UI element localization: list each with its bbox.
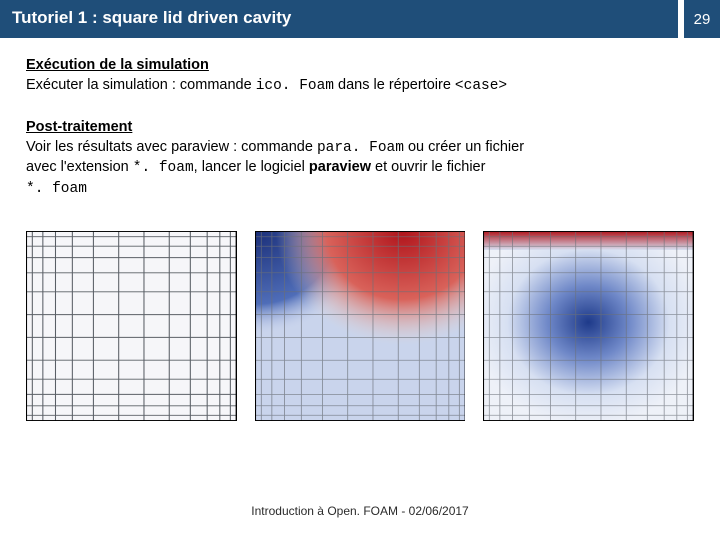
slide-body: Exécution de la simulation Exécuter la s…: [0, 38, 720, 199]
page-number: 29: [684, 0, 720, 38]
code: *. foam: [26, 181, 87, 197]
section-postprocessing: Post-traitement Voir les résultats avec …: [26, 118, 694, 199]
figure-velocity: [483, 231, 694, 421]
slide-footer: Introduction à Open. FOAM - 02/06/2017: [0, 504, 720, 518]
code: para. Foam: [317, 140, 404, 156]
section-heading: Post-traitement: [26, 118, 694, 138]
figure-row: [0, 221, 720, 421]
section-execution: Exécution de la simulation Exécuter la s…: [26, 56, 694, 96]
slide-title: Tutoriel 1 : square lid driven cavity: [0, 0, 678, 38]
bold-text: paraview: [309, 159, 371, 175]
figure-mesh: [26, 231, 237, 421]
text: et ouvrir le fichier: [371, 159, 485, 175]
code: *. foam: [133, 160, 194, 176]
text: ou créer un fichier: [404, 139, 524, 155]
code: <case>: [455, 78, 507, 94]
text: Exécuter la simulation : commande: [26, 77, 256, 93]
section-text: Exécuter la simulation : commande ico. F…: [26, 76, 694, 97]
text: avec l'extension: [26, 159, 133, 175]
figure-pressure: [255, 231, 466, 421]
section-text: Voir les résultats avec paraview : comma…: [26, 138, 694, 200]
text: , lancer le logiciel: [194, 159, 309, 175]
text: dans le répertoire: [334, 77, 455, 93]
text: Voir les résultats avec paraview : comma…: [26, 139, 317, 155]
section-heading: Exécution de la simulation: [26, 56, 694, 76]
title-bar: Tutoriel 1 : square lid driven cavity 29: [0, 0, 720, 38]
code: ico. Foam: [256, 78, 334, 94]
